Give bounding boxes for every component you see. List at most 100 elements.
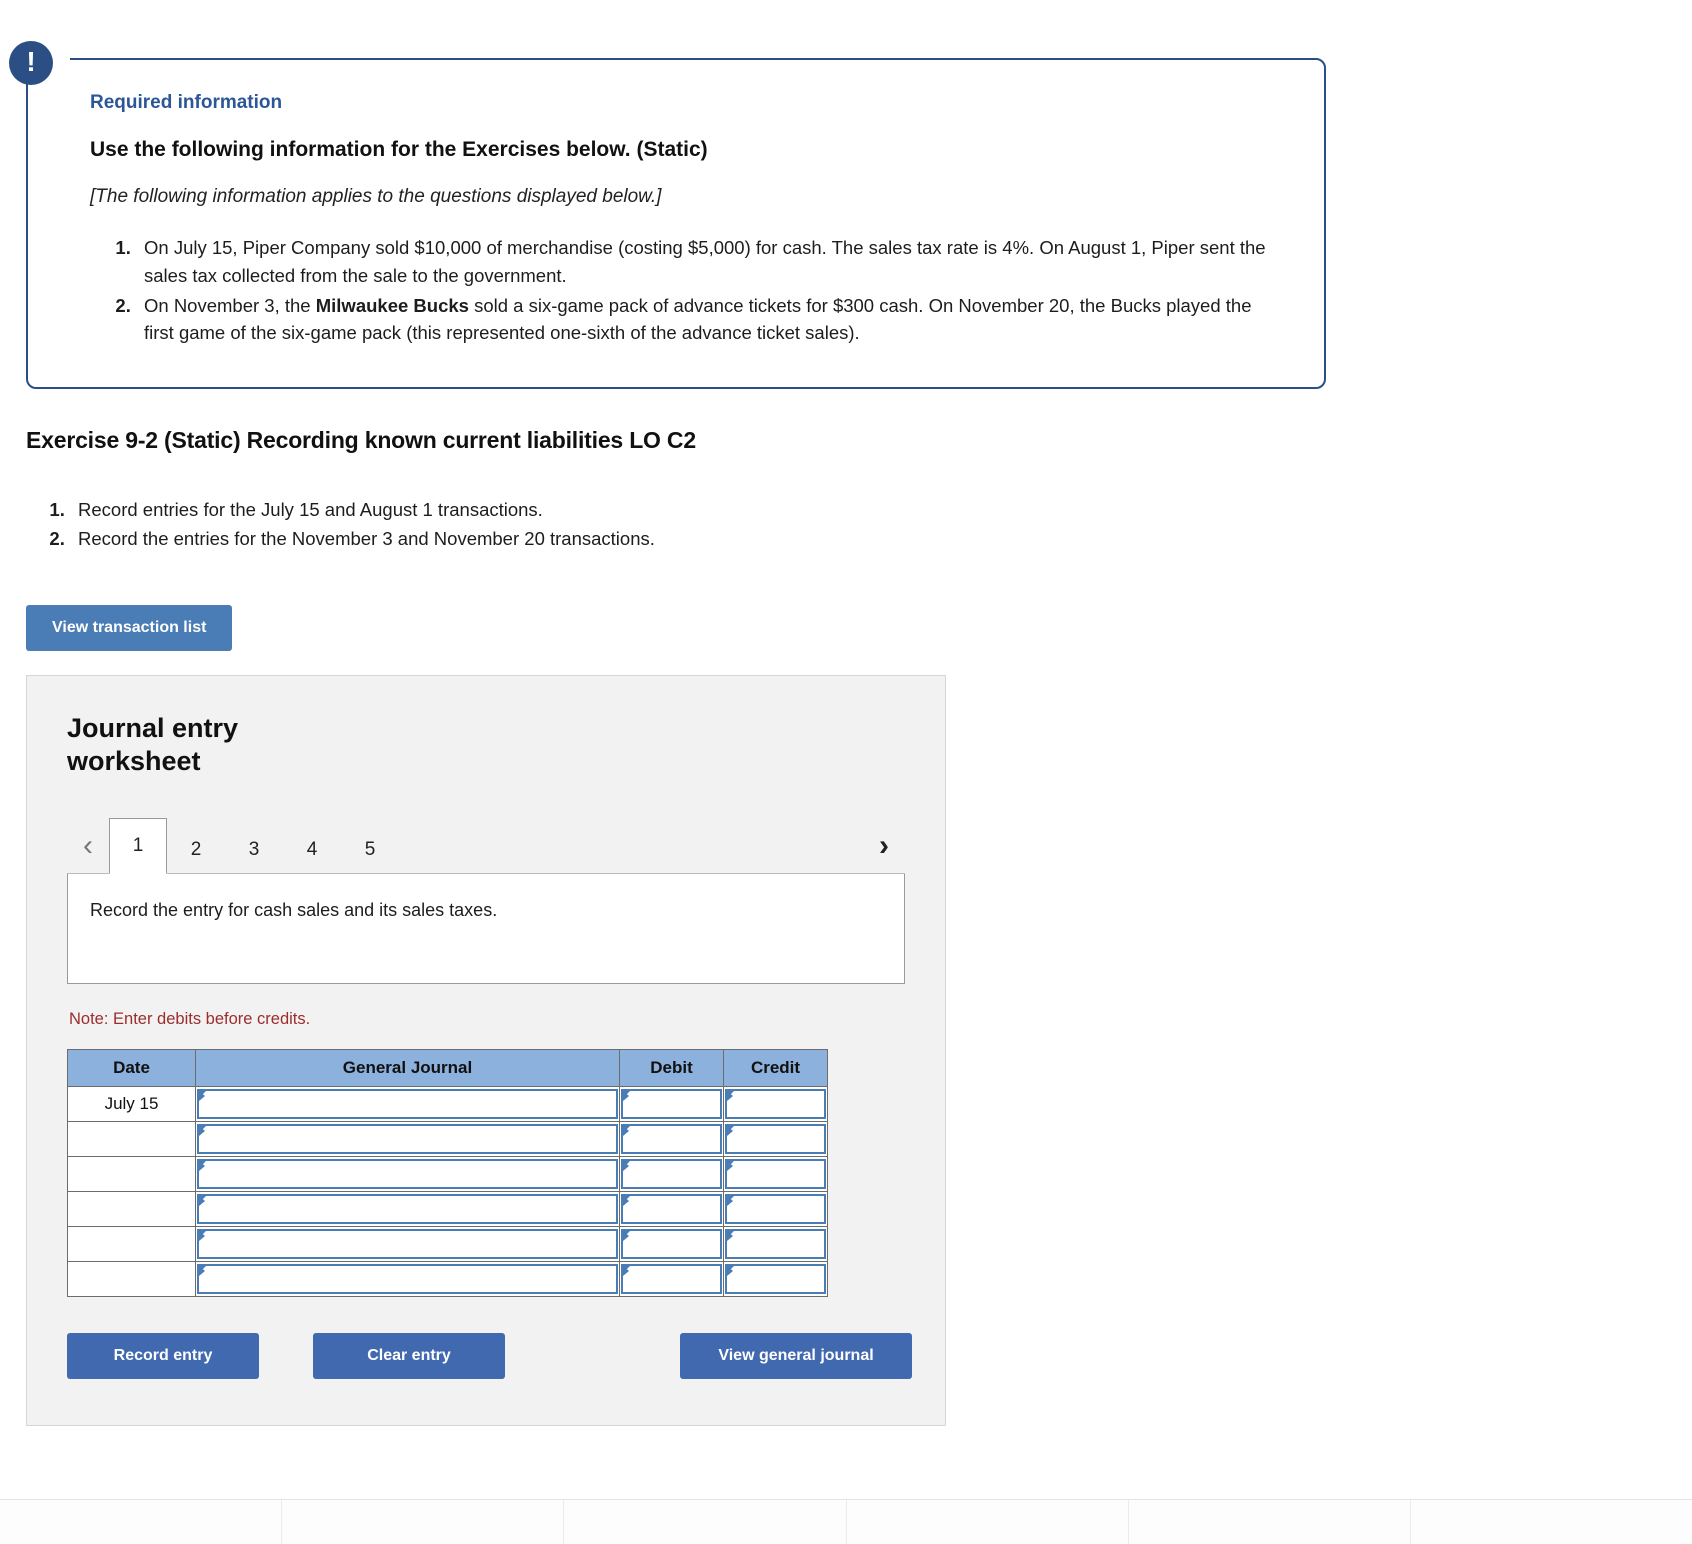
tab-1[interactable]: 1 — [109, 818, 167, 875]
debit-input[interactable] — [621, 1089, 722, 1120]
general-journal-cell[interactable] — [195, 1086, 620, 1123]
date-cell[interactable] — [67, 1261, 196, 1298]
credit-cell[interactable] — [723, 1191, 828, 1228]
requirements-list: Record entries for the July 15 and Augus… — [26, 496, 1692, 553]
debits-before-credits-note: Note: Enter debits before credits. — [69, 1010, 311, 1029]
table-row — [67, 1121, 828, 1158]
tab-2[interactable]: 2 — [167, 827, 225, 873]
footer-cell — [1129, 1500, 1411, 1544]
footer-cell — [282, 1500, 565, 1544]
journal-entry-worksheet-panel: Journal entry worksheet ‹ 1 2 3 4 5 › Re… — [26, 675, 946, 1427]
dropdown-caret-icon — [623, 1266, 629, 1277]
credit-input[interactable] — [725, 1194, 826, 1225]
tab-5[interactable]: 5 — [341, 827, 399, 873]
account-input[interactable] — [197, 1124, 618, 1155]
debit-input[interactable] — [621, 1229, 722, 1260]
column-header-debit: Debit — [619, 1049, 724, 1088]
footer-cell — [0, 1500, 283, 1544]
general-journal-cell[interactable] — [195, 1191, 620, 1228]
view-general-journal-button[interactable]: View general journal — [680, 1333, 912, 1380]
column-header-general-journal: General Journal — [195, 1049, 620, 1088]
debit-cell[interactable] — [619, 1156, 724, 1193]
debit-input[interactable] — [621, 1159, 722, 1190]
tab-4[interactable]: 4 — [283, 827, 341, 873]
credit-input[interactable] — [725, 1159, 826, 1190]
dropdown-caret-icon — [199, 1231, 205, 1242]
info-item-2-bold: Milwaukee Bucks — [315, 294, 469, 316]
info-item-2-text-a: On November 3, the — [144, 294, 316, 316]
debit-cell[interactable] — [619, 1086, 724, 1123]
credit-cell[interactable] — [723, 1156, 828, 1193]
list-item: On November 3, the Milwaukee Bucks sold … — [136, 292, 1284, 348]
info-item-1-text: On July 15, Piper Company sold $10,000 o… — [144, 237, 1266, 286]
chevron-left-icon[interactable]: ‹ — [67, 831, 109, 873]
column-header-credit: Credit — [723, 1049, 828, 1088]
table-row: July 15 — [67, 1086, 828, 1123]
alert-heading: Use the following information for the Ex… — [90, 138, 708, 161]
alert-subheading: [The following information applies to th… — [90, 186, 662, 207]
general-journal-cell[interactable] — [195, 1226, 620, 1263]
date-cell[interactable] — [67, 1156, 196, 1193]
general-journal-cell[interactable] — [195, 1261, 620, 1298]
general-journal-cell[interactable] — [195, 1156, 620, 1193]
page-title: Exercise 9-2 (Static) Recording known cu… — [26, 427, 696, 453]
debit-input[interactable] — [621, 1124, 722, 1155]
general-journal-cell[interactable] — [195, 1121, 620, 1158]
debit-cell[interactable] — [619, 1226, 724, 1263]
dropdown-caret-icon — [199, 1091, 205, 1102]
credit-input[interactable] — [725, 1124, 826, 1155]
debit-input[interactable] — [621, 1194, 722, 1225]
dropdown-caret-icon — [199, 1196, 205, 1207]
dropdown-caret-icon — [727, 1266, 733, 1277]
dropdown-caret-icon — [623, 1196, 629, 1207]
required-information-alert: ! Required information Use the following… — [9, 41, 1326, 389]
account-input[interactable] — [197, 1159, 618, 1190]
credit-input[interactable] — [725, 1264, 826, 1295]
footer-bar — [0, 1499, 1692, 1544]
dropdown-caret-icon — [199, 1266, 205, 1277]
debit-cell[interactable] — [619, 1261, 724, 1298]
date-cell[interactable]: July 15 — [67, 1086, 196, 1123]
dropdown-caret-icon — [623, 1231, 629, 1242]
clear-entry-button[interactable]: Clear entry — [313, 1333, 505, 1380]
alert-box-body: Required information Use the following i… — [26, 58, 1326, 389]
account-input[interactable] — [197, 1264, 618, 1295]
credit-cell[interactable] — [723, 1226, 828, 1263]
record-entry-button[interactable]: Record entry — [67, 1333, 259, 1380]
column-header-date: Date — [67, 1049, 196, 1088]
account-input[interactable] — [197, 1194, 618, 1225]
credit-input[interactable] — [725, 1089, 826, 1120]
table-row — [67, 1191, 828, 1228]
dropdown-caret-icon — [727, 1196, 733, 1207]
account-input[interactable] — [197, 1089, 618, 1120]
dropdown-caret-icon — [727, 1126, 733, 1137]
dropdown-caret-icon — [623, 1161, 629, 1172]
table-header-row: Date General Journal Debit Credit — [67, 1049, 828, 1088]
worksheet-action-buttons: Record entry Clear entry View general jo… — [67, 1333, 912, 1380]
chevron-right-icon[interactable]: › — [863, 831, 905, 873]
debit-cell[interactable] — [619, 1191, 724, 1228]
dropdown-caret-icon — [199, 1161, 205, 1172]
credit-input[interactable] — [725, 1229, 826, 1260]
dropdown-caret-icon — [727, 1161, 733, 1172]
journal-entry-table: Date General Journal Debit Credit July 1… — [67, 1049, 828, 1298]
debit-cell[interactable] — [619, 1121, 724, 1158]
tab-3[interactable]: 3 — [225, 827, 283, 873]
dropdown-caret-icon — [199, 1126, 205, 1137]
credit-cell[interactable] — [723, 1086, 828, 1123]
view-transaction-list-button[interactable]: View transaction list — [26, 605, 233, 652]
dropdown-caret-icon — [727, 1231, 733, 1242]
table-row — [67, 1261, 828, 1298]
footer-cell — [1411, 1500, 1692, 1544]
table-row — [67, 1226, 828, 1263]
date-cell[interactable] — [67, 1191, 196, 1228]
debit-input[interactable] — [621, 1264, 722, 1295]
date-cell[interactable] — [67, 1226, 196, 1263]
credit-cell[interactable] — [723, 1261, 828, 1298]
account-input[interactable] — [197, 1229, 618, 1260]
date-cell[interactable] — [67, 1121, 196, 1158]
dropdown-caret-icon — [727, 1091, 733, 1102]
worksheet-title: Journal entry worksheet — [67, 713, 239, 776]
credit-cell[interactable] — [723, 1121, 828, 1158]
dropdown-caret-icon — [623, 1091, 629, 1102]
